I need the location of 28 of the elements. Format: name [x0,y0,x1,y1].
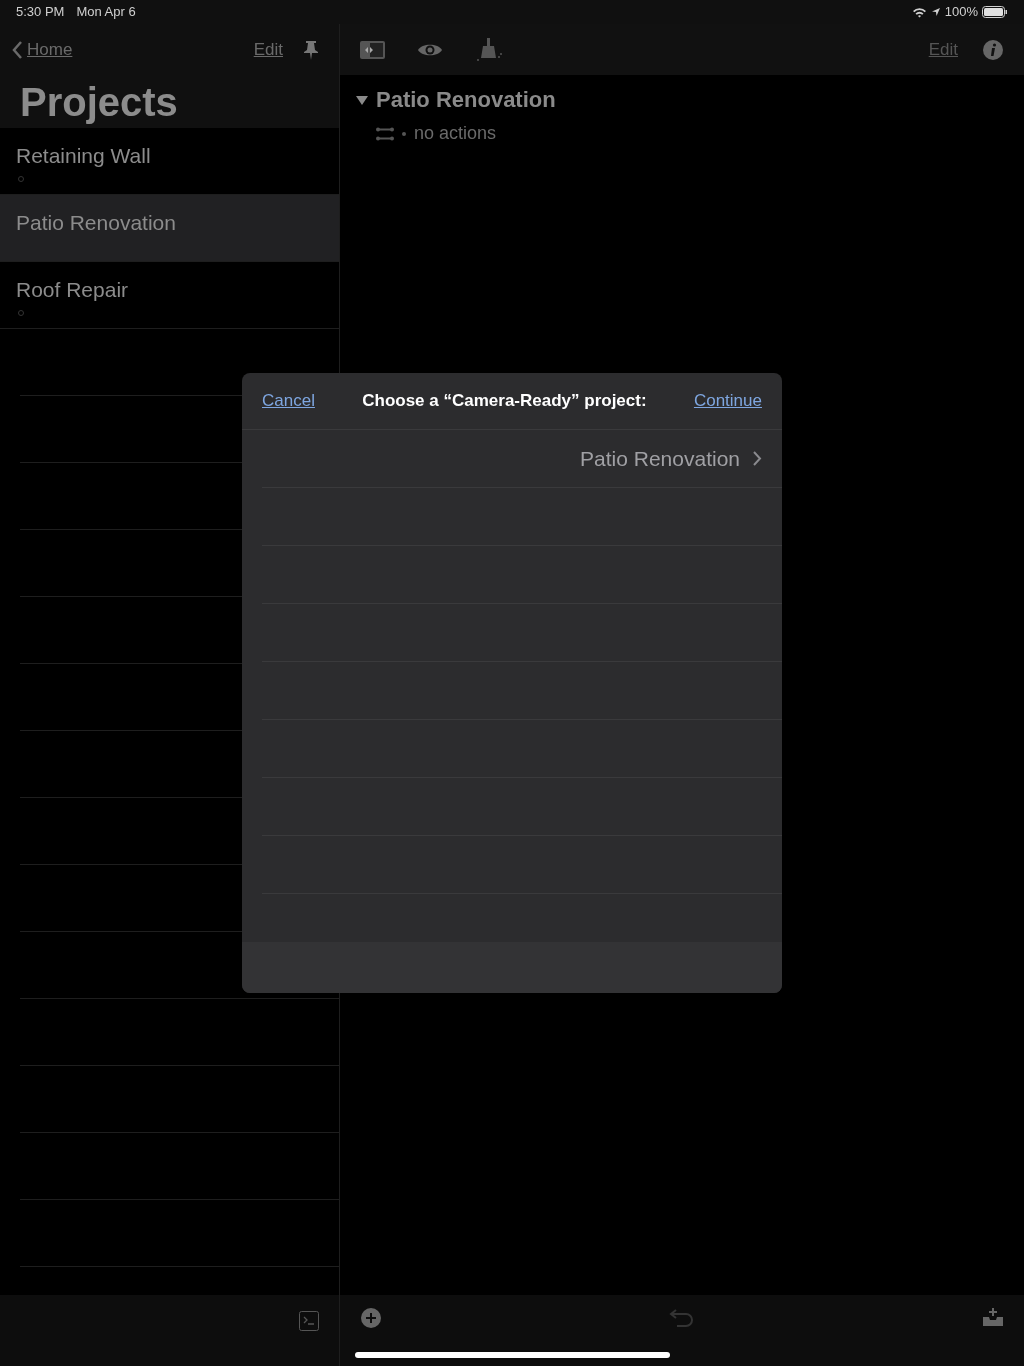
back-link[interactable]: Home [12,36,73,63]
project-option[interactable]: Patio Renovation [580,442,740,475]
info-icon[interactable] [982,38,1004,61]
disclosure-triangle-icon[interactable] [356,94,368,105]
terminal-icon[interactable] [299,1311,319,1331]
cancel-link[interactable]: Cancel [262,388,315,414]
wifi-icon [911,6,927,18]
battery-icon [982,6,1008,18]
status-date: Mon Apr 6 [76,3,136,22]
dialog-title: Choose a “Camera-Ready” project: [362,390,647,413]
bullet-separator [402,131,406,136]
chevron-left-icon [12,39,23,60]
status-time: 5:30 PM [16,3,65,22]
continue-link[interactable]: Continue [693,388,762,414]
broom-icon[interactable] [475,36,503,63]
sequential-icon [376,126,394,141]
battery-percent: 100% [944,3,978,22]
sidebar-title: Projects [20,78,178,126]
sidebar-toggle-icon[interactable] [360,39,385,60]
pin-icon[interactable] [303,39,319,60]
edit-link[interactable]: Edit [253,36,283,63]
location-arrow-icon [930,7,941,17]
add-icon[interactable] [360,1307,382,1329]
chevron-right-icon [752,450,762,467]
project-summary: no actions [414,122,497,145]
project-row[interactable]: Patio Renovation [0,195,339,262]
inbox-add-icon[interactable] [982,1307,1004,1327]
project-title: Patio Renovation [376,86,556,114]
